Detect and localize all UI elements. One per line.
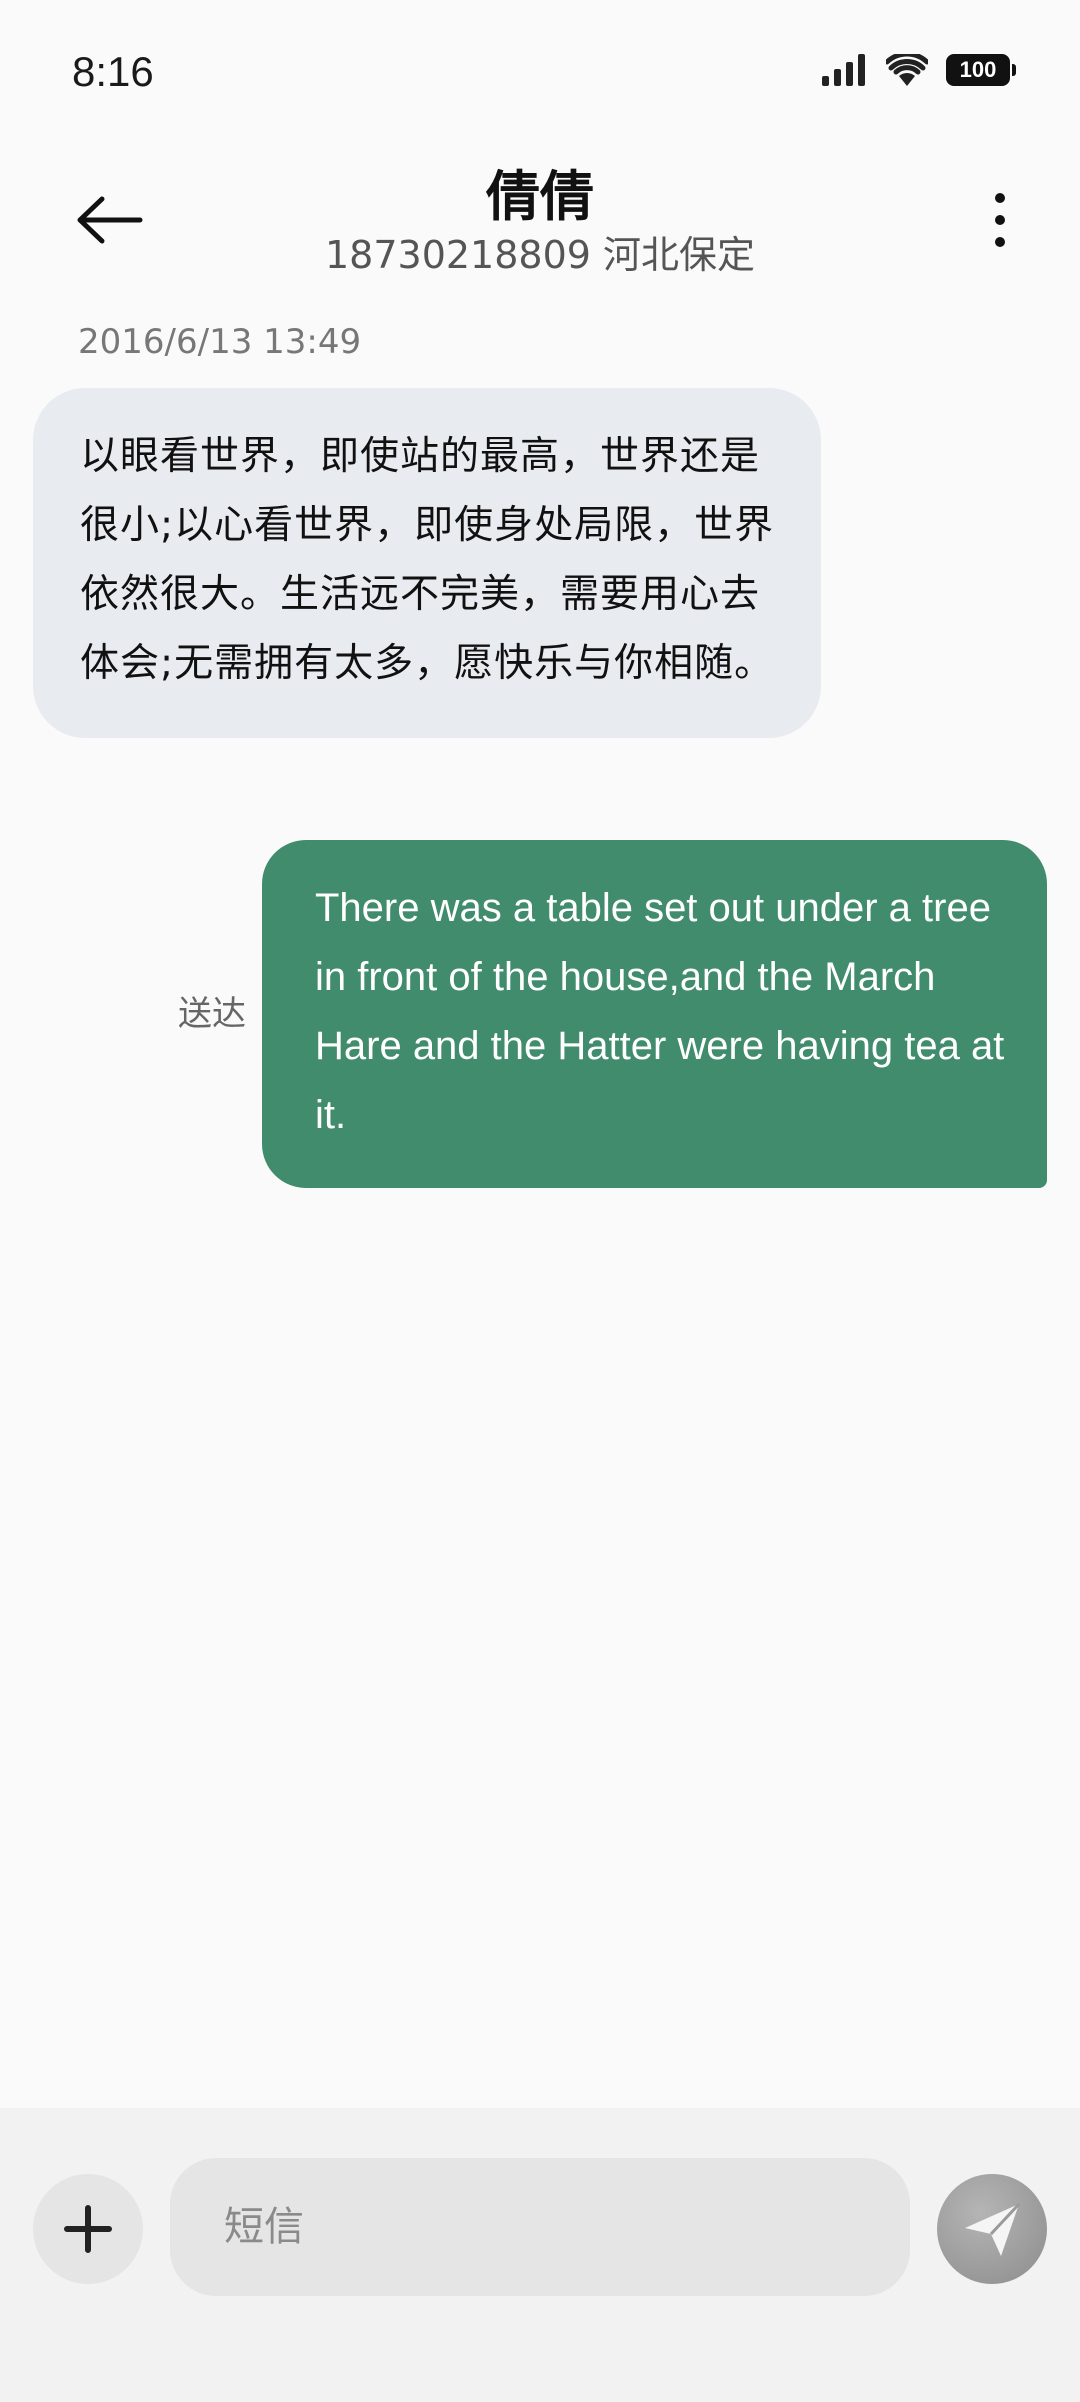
contact-name[interactable]: 倩倩: [0, 152, 1080, 231]
status-bar: 8:16 100: [0, 0, 1080, 140]
battery-icon: 100: [946, 54, 1016, 86]
signal-icon: [822, 54, 868, 86]
send-icon: [965, 2202, 1021, 2256]
outgoing-message-bubble[interactable]: There was a table set out under a tree i…: [262, 840, 1047, 1188]
plus-icon: [64, 2205, 112, 2253]
contact-phone-location: 18730218809 河北保定: [324, 233, 756, 277]
message-input[interactable]: [170, 2158, 910, 2296]
send-button[interactable]: [937, 2174, 1047, 2284]
status-time: 8:16: [72, 48, 154, 95]
status-icons: 100: [822, 54, 1016, 86]
more-options-button[interactable]: [970, 180, 1030, 260]
incoming-message-bubble[interactable]: 以眼看世界，即使站的最高，世界还是很小;以心看世界，即使身处局限，世界依然很大。…: [33, 388, 821, 738]
message-timestamp: 2016/6/13 13:49: [78, 322, 362, 362]
battery-level: 100: [959, 57, 997, 82]
more-vertical-icon: [995, 193, 1005, 247]
conversation-header: 倩倩 18730218809 河北保定: [0, 140, 1080, 300]
delivery-status: 送达: [178, 994, 246, 1034]
composer-bar: [0, 2108, 1080, 2402]
add-attachment-button[interactable]: [33, 2174, 143, 2284]
wifi-icon: [886, 54, 928, 86]
